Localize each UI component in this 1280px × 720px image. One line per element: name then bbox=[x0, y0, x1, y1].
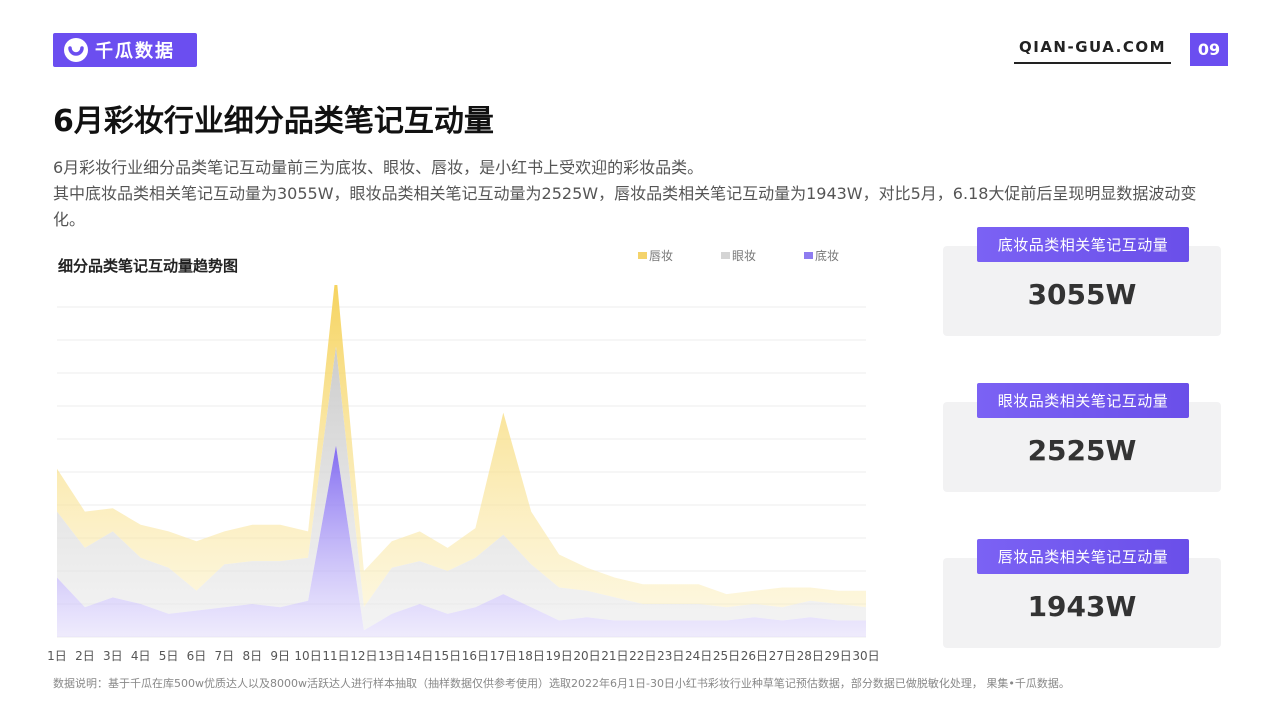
legend-item-lip[interactable]: 唇妆 bbox=[638, 247, 721, 264]
chart-areas bbox=[57, 285, 866, 637]
x-tick-label: 5日 bbox=[159, 649, 179, 663]
x-tick-label: 20日 bbox=[573, 649, 600, 663]
page-number: 09 bbox=[1190, 33, 1228, 66]
legend-swatch-eye bbox=[721, 252, 730, 259]
x-tick-label: 16日 bbox=[462, 649, 489, 663]
x-tick-label: 10日 bbox=[294, 649, 321, 663]
x-tick-label: 1日 bbox=[47, 649, 67, 663]
x-tick-label: 29日 bbox=[824, 649, 851, 663]
brand-logo-icon bbox=[64, 38, 88, 62]
legend-item-eye[interactable]: 眼妆 bbox=[721, 247, 804, 264]
x-tick-label: 28日 bbox=[797, 649, 824, 663]
chart-legend: 唇妆 眼妆 底妆 bbox=[638, 247, 887, 264]
brand-logo-text: 千瓜数据 bbox=[95, 41, 175, 62]
x-tick-label: 23日 bbox=[657, 649, 684, 663]
x-tick-label: 27日 bbox=[769, 649, 796, 663]
x-tick-label: 19日 bbox=[545, 649, 572, 663]
x-tick-label: 21日 bbox=[601, 649, 628, 663]
x-tick-label: 17日 bbox=[490, 649, 517, 663]
x-axis-labels: 1日 2日 3日 4日 5日 6日 7日 8日 9日 10日 11日 12日 13日 14日 15日 16日 1… bbox=[47, 649, 879, 663]
legend-label-eye: 眼妆 bbox=[732, 249, 757, 263]
x-tick-label: 8日 bbox=[242, 649, 262, 663]
legend-label-base: 底妆 bbox=[815, 249, 840, 263]
description-line-1: 6月彩妆行业细分品类笔记互动量前三为底妆、眼妆、唇妆，是小红书上受欢迎的彩妆品类… bbox=[53, 158, 704, 177]
stat-card-lip-label: 唇妆品类相关笔记互动量 bbox=[977, 539, 1189, 574]
stat-card-lip-value: 1943W bbox=[1027, 590, 1137, 623]
site-url[interactable]: QIAN-GUA.COM bbox=[1014, 38, 1171, 64]
x-tick-label: 11日 bbox=[322, 649, 349, 663]
x-tick-label: 6日 bbox=[187, 649, 207, 663]
x-tick-label: 25日 bbox=[713, 649, 740, 663]
stat-card-eye-label: 眼妆品类相关笔记互动量 bbox=[977, 383, 1189, 418]
area-series-lip bbox=[57, 285, 866, 608]
legend-label-lip: 唇妆 bbox=[649, 249, 674, 263]
x-tick-label: 9日 bbox=[270, 649, 290, 663]
legend-swatch-base bbox=[804, 252, 813, 259]
x-tick-label: 26日 bbox=[741, 649, 768, 663]
stat-card-base-label: 底妆品类相关笔记互动量 bbox=[977, 227, 1189, 262]
x-tick-label: 22日 bbox=[629, 649, 656, 663]
x-tick-label: 2日 bbox=[75, 649, 95, 663]
brand-logo[interactable]: 千瓜数据 bbox=[53, 33, 197, 67]
description-line-2: 其中底妆品类相关笔记互动量为3055W，眼妆品类相关笔记互动量为2525W，唇妆… bbox=[53, 184, 1197, 229]
x-tick-label: 12日 bbox=[350, 649, 377, 663]
x-tick-label: 15日 bbox=[434, 649, 461, 663]
x-tick-label: 4日 bbox=[131, 649, 151, 663]
x-tick-label: 18日 bbox=[518, 649, 545, 663]
legend-item-base[interactable]: 底妆 bbox=[804, 247, 887, 264]
description: 6月彩妆行业细分品类笔记互动量前三为底妆、眼妆、唇妆，是小红书上受欢迎的彩妆品类… bbox=[53, 155, 1228, 233]
stat-card-base-value: 3055W bbox=[1027, 278, 1137, 311]
x-tick-label: 24日 bbox=[685, 649, 712, 663]
x-tick-label: 13日 bbox=[378, 649, 405, 663]
x-tick-label: 7日 bbox=[215, 649, 235, 663]
area-series-eye bbox=[57, 346, 866, 631]
data-footnote: 数据说明：基于千瓜在库500w优质达人以及8000w活跃达人进行样本抽取（抽样数… bbox=[53, 677, 1070, 690]
x-tick-label: 14日 bbox=[406, 649, 433, 663]
x-tick-label: 30日 bbox=[852, 649, 879, 663]
stat-card-eye-value: 2525W bbox=[1027, 434, 1137, 467]
chart-title: 细分品类笔记互动量趋势图 bbox=[58, 257, 239, 275]
x-tick-label: 3日 bbox=[103, 649, 123, 663]
trend-chart: 1日 2日 3日 4日 5日 6日 7日 8日 9日 10日 11日 12日 13日 14日 15日 16日 1… bbox=[47, 285, 880, 663]
legend-swatch-lip bbox=[638, 252, 647, 259]
page-title: 6月彩妆行业细分品类笔记互动量 bbox=[53, 104, 494, 139]
